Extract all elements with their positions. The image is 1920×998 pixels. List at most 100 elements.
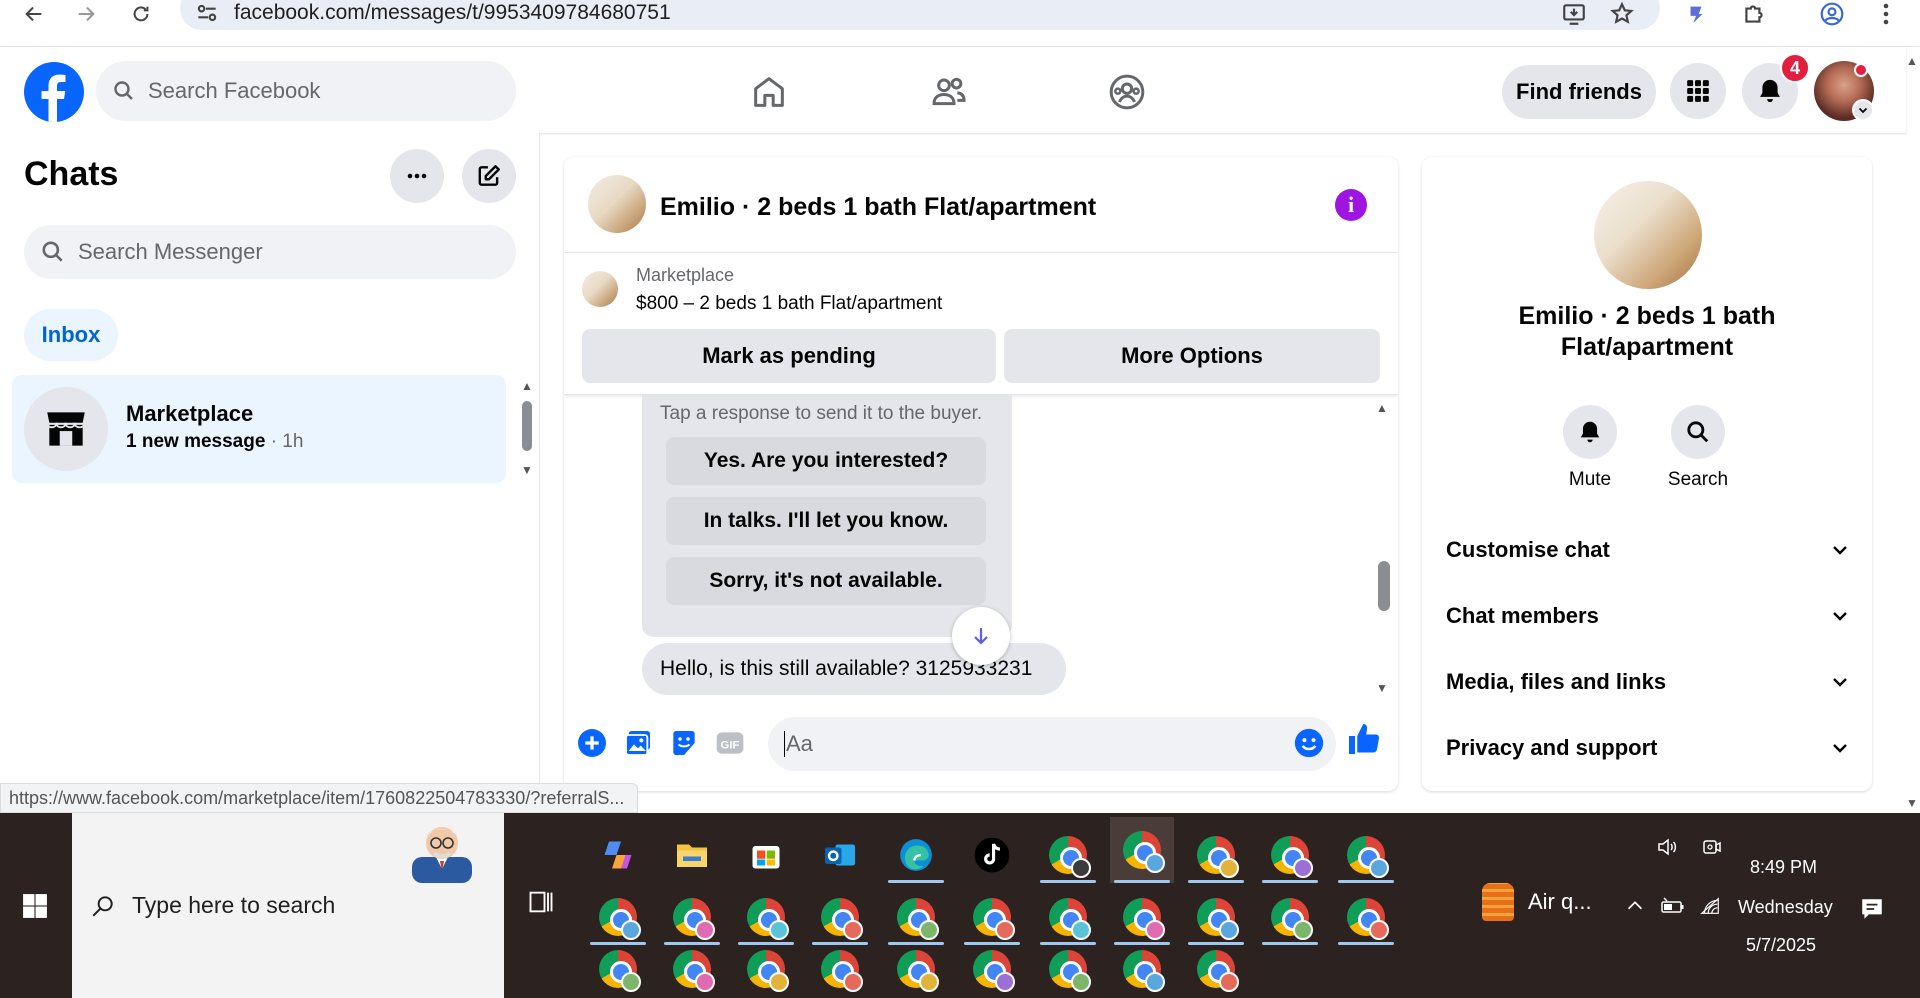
chat-members-section[interactable]: Chat members xyxy=(1446,589,1850,643)
site-info-icon[interactable] xyxy=(194,0,220,31)
mute-button[interactable]: Mute xyxy=(1540,405,1640,491)
weather-air-quality-widget[interactable]: Air q... xyxy=(1482,883,1592,921)
reload-icon[interactable] xyxy=(121,0,161,28)
groups-icon[interactable] xyxy=(1102,67,1152,117)
chats-scroll-up-icon[interactable]: ▲ xyxy=(520,379,534,393)
chrome-profile-icon[interactable] xyxy=(808,889,872,945)
thumbs-up-like-icon[interactable] xyxy=(1346,721,1382,757)
action-center-notification-icon[interactable] xyxy=(1856,893,1888,925)
scroll-to-bottom-arrow-icon[interactable] xyxy=(952,607,1010,665)
more-options-button[interactable]: More Options xyxy=(1004,329,1380,383)
copilot-app-icon[interactable] xyxy=(586,827,650,883)
conversation-avatar[interactable] xyxy=(588,175,646,233)
add-plus-icon[interactable] xyxy=(574,725,610,761)
home-icon[interactable] xyxy=(744,67,794,117)
chrome-profile-icon[interactable] xyxy=(734,889,798,945)
clock-date[interactable]: 5/7/2025 xyxy=(1746,935,1816,956)
chrome-profile-icon[interactable] xyxy=(1258,827,1322,883)
chrome-profile-icon[interactable] xyxy=(1036,889,1100,945)
speaker-volume-icon[interactable] xyxy=(1654,835,1680,859)
message-input[interactable]: Aa xyxy=(768,717,1336,771)
task-view-icon[interactable] xyxy=(522,883,560,921)
conversation-title[interactable]: Emilio · 2 beds 1 bath Flat/apartment xyxy=(660,193,1096,222)
meet-now-camera-icon[interactable] xyxy=(1700,835,1724,859)
listing-title[interactable]: $800 – 2 beds 1 bath Flat/apartment xyxy=(636,293,942,315)
chrome-profile-icon[interactable] xyxy=(1110,817,1174,883)
chrome-profile-icon[interactable] xyxy=(960,889,1024,945)
emoji-icon[interactable] xyxy=(1292,726,1326,760)
quick-response-button[interactable]: In talks. I'll let you know. xyxy=(666,497,986,545)
chrome-profile-icon[interactable] xyxy=(1184,941,1248,997)
search-in-conversation-button[interactable]: Search xyxy=(1648,405,1748,491)
microsoft-edge-icon[interactable] xyxy=(884,827,948,883)
thread-scroll-up-icon[interactable]: ▲ xyxy=(1376,401,1388,415)
details-avatar[interactable] xyxy=(1594,181,1702,289)
bookmark-star-icon[interactable] xyxy=(1606,0,1638,28)
chrome-profile-icon[interactable] xyxy=(1110,941,1174,997)
inbox-tab[interactable]: Inbox xyxy=(24,309,118,361)
thread-scroll-down-icon[interactable]: ▼ xyxy=(1376,681,1388,695)
profile-icon[interactable] xyxy=(1816,0,1848,28)
chrome-profile-icon[interactable] xyxy=(1258,889,1322,945)
extensions-puzzle-icon[interactable] xyxy=(1738,0,1770,28)
conversation-info-icon[interactable]: i xyxy=(1335,189,1367,221)
chrome-profile-icon[interactable] xyxy=(660,941,724,997)
chrome-profile-icon[interactable] xyxy=(1110,889,1174,945)
windows-start-icon[interactable] xyxy=(0,813,70,998)
chats-scrollbar-thumb[interactable] xyxy=(522,401,532,451)
chrome-profile-icon[interactable] xyxy=(1184,827,1248,883)
friends-icon[interactable] xyxy=(924,67,974,117)
install-app-icon[interactable] xyxy=(1558,0,1590,28)
chrome-profile-icon[interactable] xyxy=(1334,827,1398,883)
menu-grid-icon[interactable] xyxy=(1670,63,1726,119)
find-friends-button[interactable]: Find friends xyxy=(1502,65,1656,119)
clock-time[interactable]: 8:49 PM xyxy=(1750,857,1817,878)
file-explorer-icon[interactable] xyxy=(660,827,724,883)
chrome-profile-icon[interactable] xyxy=(1184,889,1248,945)
chats-scroll-down-icon[interactable]: ▼ xyxy=(520,463,534,477)
listing-thumbnail[interactable] xyxy=(582,271,618,307)
quick-response-button[interactable]: Sorry, it's not available. xyxy=(666,557,986,605)
chrome-profile-icon[interactable] xyxy=(586,941,650,997)
chrome-profile-icon[interactable] xyxy=(660,889,724,945)
outlook-icon[interactable] xyxy=(808,827,872,883)
back-icon[interactable] xyxy=(14,0,54,28)
chrome-profile-icon[interactable] xyxy=(884,941,948,997)
clock-day[interactable]: Wednesday xyxy=(1738,897,1833,918)
attach-photo-icon[interactable] xyxy=(620,725,656,761)
chrome-profile-icon[interactable] xyxy=(734,941,798,997)
search-highlight-illustration-icon[interactable] xyxy=(400,817,484,883)
browser-menu-icon[interactable] xyxy=(1870,0,1902,28)
chrome-profile-icon[interactable] xyxy=(586,889,650,945)
url-text[interactable]: facebook.com/messages/t/9953409784680751 xyxy=(234,1,671,25)
tiktok-icon[interactable] xyxy=(960,827,1024,883)
show-hidden-icons-chevron-up-icon[interactable] xyxy=(1624,895,1646,917)
facebook-search-input[interactable]: Search Facebook xyxy=(96,61,516,121)
chat-list-item-marketplace[interactable]: Marketplace 1 new message · 1h xyxy=(12,375,506,483)
messenger-search-input[interactable]: Search Messenger xyxy=(24,225,516,279)
battery-icon[interactable] xyxy=(1660,895,1686,917)
page-scroll-up-arrow-icon[interactable]: ▲ xyxy=(1906,54,1918,68)
chrome-profile-icon[interactable] xyxy=(808,941,872,997)
gif-icon[interactable]: GIF xyxy=(712,725,748,761)
account-chevron-down-icon[interactable] xyxy=(1852,99,1874,121)
microsoft-store-icon[interactable] xyxy=(734,827,798,883)
chat-options-button[interactable] xyxy=(390,149,444,203)
chrome-profile-icon[interactable] xyxy=(960,941,1024,997)
chrome-profile-icon[interactable] xyxy=(1334,889,1398,945)
media-files-links-section[interactable]: Media, files and links xyxy=(1446,655,1850,709)
customise-chat-section[interactable]: Customise chat xyxy=(1446,523,1850,577)
new-message-button[interactable] xyxy=(462,149,516,203)
extension-icon[interactable] xyxy=(1680,0,1712,28)
chrome-profile-icon[interactable] xyxy=(1036,941,1100,997)
facebook-logo-icon[interactable] xyxy=(24,62,84,122)
chrome-profile-icon[interactable] xyxy=(884,889,948,945)
quick-response-button[interactable]: Yes. Are you interested? xyxy=(666,437,986,485)
forward-icon[interactable] xyxy=(66,0,106,28)
wifi-network-icon[interactable] xyxy=(1698,895,1722,917)
thread-scrollbar-thumb[interactable] xyxy=(1378,561,1390,611)
sticker-icon[interactable] xyxy=(666,725,702,761)
page-scroll-down-arrow-icon[interactable]: ▼ xyxy=(1906,796,1918,810)
chrome-profile-icon[interactable] xyxy=(1036,827,1100,883)
privacy-support-section[interactable]: Privacy and support xyxy=(1446,721,1850,775)
